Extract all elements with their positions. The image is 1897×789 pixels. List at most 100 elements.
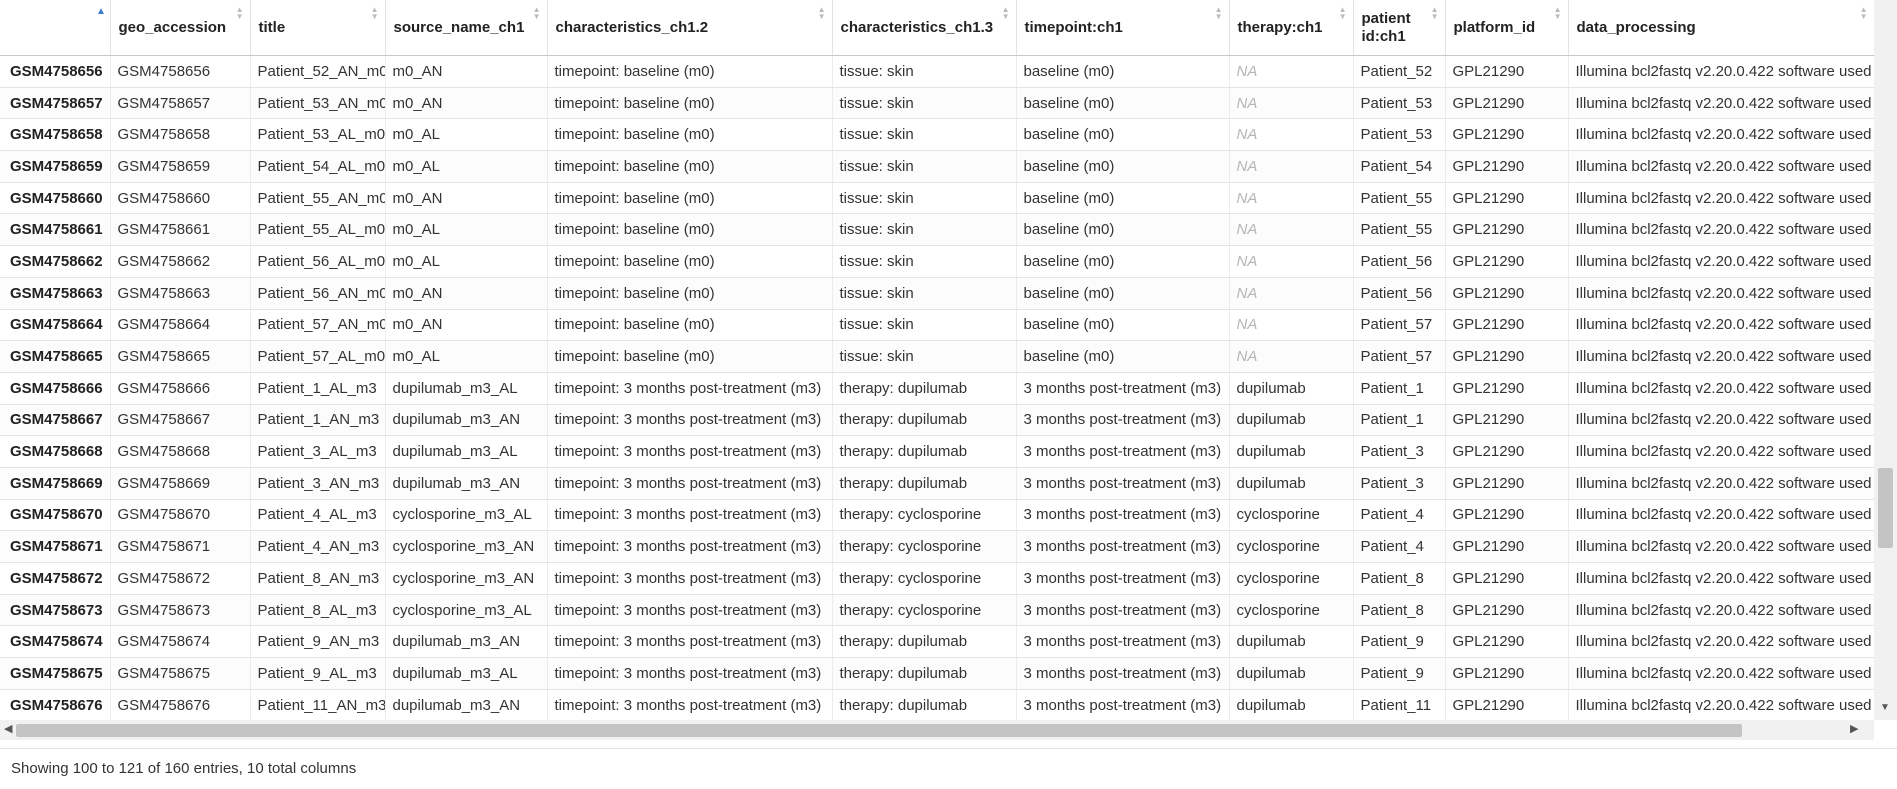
column-header-label: therapy:ch1 (1237, 18, 1323, 36)
table-cell: NA (1229, 150, 1354, 183)
table-cell: GSM4758665 (110, 340, 251, 373)
table-cell: GSM4758661 (110, 213, 251, 247)
table-row[interactable]: GSM4758660 GSM4758660 Patient_55_AN_m0 m0_A… (0, 182, 1874, 215)
sort-icon[interactable]: ▲ ▼ (1002, 6, 1010, 21)
table-cell: Patient_3_AL_m3 (250, 435, 386, 468)
table-cell: timepoint: 3 months post-treatment (m3) (547, 594, 833, 627)
table-cell: 3 months post-treatment (m3) (1016, 467, 1230, 500)
table-row[interactable]: GSM4758664 GSM4758664 Patient_57_AN_m0 m0_A… (0, 309, 1874, 342)
table-cell: therapy: dupilumab (832, 657, 1017, 690)
arrow-right-icon[interactable]: ▶ (1850, 722, 1858, 735)
column-header-rownames[interactable]: ▲ (0, 0, 111, 56)
table-row[interactable]: GSM4758668 GSM4758668 Patient_3_AL_m3 dupil… (0, 435, 1874, 468)
sort-icon[interactable]: ▲ ▼ (1860, 6, 1868, 21)
table-cell: GPL21290 (1445, 245, 1569, 278)
table-cell: Patient_56 (1353, 245, 1446, 278)
table-cell: GPL21290 (1445, 657, 1569, 690)
table-cell: GPL21290 (1445, 404, 1569, 437)
table-row[interactable]: GSM4758674 GSM4758674 Patient_9_AN_m3 dupil… (0, 625, 1874, 659)
table-row[interactable]: GSM4758670 GSM4758670 Patient_4_AL_m3 cyclo… (0, 499, 1874, 532)
column-header-label: characteristics_ch1.2 (555, 18, 709, 36)
sort-icon[interactable]: ▲ ▼ (1215, 6, 1223, 21)
vertical-scroll-thumb[interactable] (1878, 468, 1893, 548)
table-cell: therapy: dupilumab (832, 625, 1017, 659)
table-cell: m0_AN (385, 87, 548, 120)
table-row[interactable]: GSM4758676 GSM4758676 Patient_11_AN_m3 dupi… (0, 689, 1874, 720)
sort-icon[interactable]: ▲ ▼ (236, 6, 244, 21)
sort-icon[interactable]: ▲ ▼ (371, 6, 379, 21)
table-cell: Patient_53_AL_m0 (250, 118, 386, 152)
table-cell: NA (1229, 213, 1354, 247)
vertical-scrollbar[interactable]: ▼ (1874, 0, 1897, 720)
table-cell: dupilumab_m3_AL (385, 372, 548, 405)
table-row[interactable]: GSM4758672 GSM4758672 Patient_8_AN_m3 cyclo… (0, 562, 1874, 595)
table-row[interactable]: GSM4758673 GSM4758673 Patient_8_AL_m3 cyclo… (0, 594, 1874, 627)
data-viewer: ▲ geo_accession ▲ ▼ title ▲ ▼ source_name_ch1 ▲ ▼… (0, 0, 1897, 789)
column-header-title[interactable]: title ▲ ▼ (250, 0, 386, 56)
table-cell: m0_AN (385, 309, 548, 342)
table-cell: Patient_11 (1353, 689, 1446, 720)
table-cell: therapy: cyclosporine (832, 530, 1017, 563)
table-cell: GSM4758664 (110, 309, 251, 342)
table-row[interactable]: GSM4758675 GSM4758675 Patient_9_AL_m3 dupil… (0, 657, 1874, 690)
table-row[interactable]: GSM4758667 GSM4758667 Patient_1_AN_m3 dupil… (0, 404, 1874, 437)
table-cell: NA (1229, 118, 1354, 152)
table-cell: GSM4758676 (110, 689, 251, 720)
column-header-geo-accession[interactable]: geo_accession ▲ ▼ (110, 0, 251, 56)
table-cell: tissue: skin (832, 309, 1017, 342)
column-header-source-name-ch1[interactable]: source_name_ch1 ▲ ▼ (385, 0, 548, 56)
table-row[interactable]: GSM4758663 GSM4758663 Patient_56_AN_m0 m0_A… (0, 277, 1874, 310)
arrow-left-icon[interactable]: ◀ (4, 722, 12, 735)
table-cell: GPL21290 (1445, 182, 1569, 215)
table-row[interactable]: GSM4758656 GSM4758656 Patient_52_AN_m0 m0_A… (0, 55, 1874, 88)
table-cell: Patient_55_AN_m0 (250, 182, 386, 215)
sort-icon[interactable]: ▲ ▼ (533, 6, 541, 21)
table-cell: timepoint: baseline (m0) (547, 182, 833, 215)
table-cell: GPL21290 (1445, 562, 1569, 595)
column-header-therapy-ch1[interactable]: therapy:ch1 ▲ ▼ (1229, 0, 1354, 56)
table-cell: GSM4758657 (110, 87, 251, 120)
table-cell: dupilumab_m3_AL (385, 435, 548, 468)
table-row[interactable]: GSM4758658 GSM4758658 Patient_53_AL_m0 m0_A… (0, 118, 1874, 152)
table-cell: GPL21290 (1445, 594, 1569, 627)
sort-icon[interactable]: ▲ ▼ (818, 6, 826, 21)
table-cell: 3 months post-treatment (m3) (1016, 372, 1230, 405)
sort-ascending-icon[interactable]: ▲ (96, 7, 106, 17)
column-header-characteristics-ch1-3[interactable]: characteristics_ch1.3 ▲ ▼ (832, 0, 1017, 56)
column-header-patient-id-ch1[interactable]: patient id:ch1 ▲ ▼ (1353, 0, 1446, 56)
table-cell: GPL21290 (1445, 340, 1569, 373)
column-header-platform-id[interactable]: platform_id ▲ ▼ (1445, 0, 1569, 56)
table-cell: Patient_8 (1353, 594, 1446, 627)
table-cell: Illumina bcl2fastq v2.20.0.422 software … (1568, 372, 1874, 405)
table-cell: timepoint: 3 months post-treatment (m3) (547, 689, 833, 720)
column-header-label: platform_id (1453, 18, 1536, 36)
table-row[interactable]: GSM4758666 GSM4758666 Patient_1_AL_m3 dupil… (0, 372, 1874, 405)
table-row[interactable]: GSM4758671 GSM4758671 Patient_4_AN_m3 cyclo… (0, 530, 1874, 563)
entries-info-text: Showing 100 to 121 of 160 entries, 10 to… (11, 760, 357, 777)
table-cell: Illumina bcl2fastq v2.20.0.422 software … (1568, 55, 1874, 88)
column-header-data-processing[interactable]: data_processing ▲ ▼ (1568, 0, 1874, 56)
table-row[interactable]: GSM4758669 GSM4758669 Patient_3_AN_m3 dupil… (0, 467, 1874, 500)
table-cell: therapy: dupilumab (832, 435, 1017, 468)
table-cell: GSM4758672 (110, 562, 251, 595)
table-cell: cyclosporine (1229, 594, 1354, 627)
horizontal-scrollbar[interactable]: ◀ ▶ (0, 720, 1874, 740)
table-cell: m0_AN (385, 277, 548, 310)
table-container[interactable]: ▲ geo_accession ▲ ▼ title ▲ ▼ source_name_ch1 ▲ ▼… (0, 0, 1874, 720)
table-row[interactable]: GSM4758662 GSM4758662 Patient_56_AL_m0 m0_A… (0, 245, 1874, 278)
table-body: GSM4758656 GSM4758656 Patient_52_AN_m0 m0_A… (0, 55, 1874, 720)
column-header-timepoint-ch1[interactable]: timepoint:ch1 ▲ ▼ (1016, 0, 1230, 56)
arrow-down-icon[interactable]: ▼ (1880, 702, 1890, 713)
sort-icon[interactable]: ▲ ▼ (1554, 6, 1562, 21)
horizontal-scroll-thumb[interactable] (16, 724, 1742, 737)
sort-icon[interactable]: ▲ ▼ (1431, 6, 1439, 21)
table-row[interactable]: GSM4758657 GSM4758657 Patient_53_AN_m0 m0_A… (0, 87, 1874, 120)
sort-icon[interactable]: ▲ ▼ (1339, 6, 1347, 21)
table-row[interactable]: GSM4758659 GSM4758659 Patient_54_AL_m0 m0_A… (0, 150, 1874, 183)
table-cell: cyclosporine_m3_AN (385, 530, 548, 563)
table-row[interactable]: GSM4758661 GSM4758661 Patient_55_AL_m0 m0_A… (0, 213, 1874, 247)
table-cell: NA (1229, 182, 1354, 215)
column-header-characteristics-ch1-2[interactable]: characteristics_ch1.2 ▲ ▼ (547, 0, 833, 56)
table-cell: GPL21290 (1445, 689, 1569, 720)
table-row[interactable]: GSM4758665 GSM4758665 Patient_57_AL_m0 m0_A… (0, 340, 1874, 373)
